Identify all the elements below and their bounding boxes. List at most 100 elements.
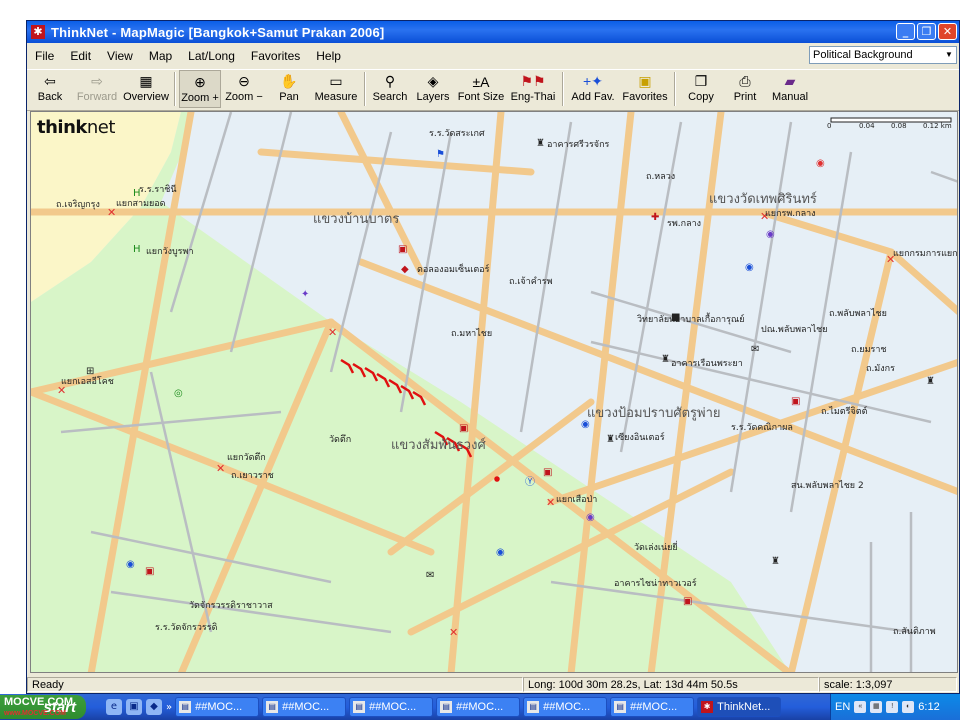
place-label: อาคารเรือนพระยา bbox=[671, 359, 743, 369]
forward-button[interactable]: ⇨ Forward bbox=[73, 70, 121, 108]
menu-file[interactable]: File bbox=[27, 49, 62, 63]
svg-text:◉: ◉ bbox=[745, 262, 754, 273]
overview-button[interactable]: ▦ Overview bbox=[121, 70, 171, 108]
zoom-in-button[interactable]: ⊕ Zoom + bbox=[179, 70, 221, 108]
taskbar-item[interactable]: ▤ ##MOC... bbox=[349, 697, 434, 717]
junction-label: แยกกรมการแยกพลับ bbox=[893, 249, 958, 259]
title-bar[interactable]: ✱ ThinkNet - MapMagic [Bangkok+Samut Pra… bbox=[27, 21, 959, 43]
search-button[interactable]: ⚲ Search bbox=[369, 70, 411, 108]
thinknet-logo: thinknet bbox=[37, 117, 115, 138]
language-indicator[interactable]: EN bbox=[835, 701, 850, 713]
layer-select[interactable]: Political Background ▼ bbox=[809, 46, 957, 64]
scale-tick: 0.04 bbox=[859, 122, 875, 130]
menu-edit[interactable]: Edit bbox=[62, 49, 99, 63]
warning-icon[interactable]: ! bbox=[886, 701, 899, 713]
maximize-button[interactable]: ❐ bbox=[917, 23, 936, 40]
svg-text:◉: ◉ bbox=[586, 512, 595, 523]
tray-arrow-icon[interactable]: « bbox=[854, 701, 867, 713]
media-icon[interactable]: ◆ bbox=[146, 699, 162, 715]
svg-text:Ⓨ: Ⓨ bbox=[525, 476, 535, 488]
chevron-down-icon[interactable]: ▼ bbox=[942, 47, 956, 63]
font-size-icon: ±A bbox=[472, 73, 490, 90]
document-icon: ▤ bbox=[266, 701, 279, 713]
menu-latlong[interactable]: Lat/Long bbox=[180, 49, 243, 63]
svg-text:▣: ▣ bbox=[398, 244, 407, 255]
district-label: แขวงสัมพันธวงศ์ bbox=[391, 438, 486, 453]
thinknet-app-icon[interactable]: ✱ bbox=[31, 25, 45, 39]
place-label: วัดเล่งเน่ยยี่ bbox=[634, 543, 678, 553]
menu-view[interactable]: View bbox=[99, 49, 141, 63]
favorites-button[interactable]: ▣ Favorites bbox=[619, 70, 671, 108]
pan-button[interactable]: ✋ Pan bbox=[267, 70, 311, 108]
place-label: ร.ร.วัดจักรวรรดิ bbox=[155, 623, 218, 633]
place-label: ร.ร.ราชินี bbox=[139, 185, 177, 195]
speaker-icon[interactable]: ◐ bbox=[902, 701, 915, 713]
status-ready: Ready bbox=[27, 676, 523, 692]
road-label: ถ.ยมราช bbox=[851, 345, 887, 355]
scale-tick: 0.12 km bbox=[923, 122, 952, 130]
junction-label: แยกเสือป่า bbox=[556, 495, 598, 505]
manual-button[interactable]: ▰ Manual bbox=[767, 70, 813, 108]
zoom-out-button[interactable]: ⊖ Zoom − bbox=[221, 70, 267, 108]
taskbar-item[interactable]: ▤ ##MOC... bbox=[610, 697, 695, 717]
toolbar-separator bbox=[174, 72, 176, 106]
place-label: วิทยาลัยพยาบาลเกื้อการุณย์ bbox=[637, 315, 745, 325]
ie-icon[interactable]: e bbox=[106, 699, 122, 715]
svg-text:✦: ✦ bbox=[301, 289, 309, 300]
place-label: อาคารไชน่าทาวเวอร์ bbox=[614, 579, 697, 589]
road-label: ถ.สันติภาพ bbox=[893, 627, 936, 637]
svg-text:♜: ♜ bbox=[771, 556, 780, 567]
measure-button[interactable]: ▭ Measure bbox=[311, 70, 361, 108]
network-icon[interactable]: ▦ bbox=[870, 701, 883, 713]
taskbar-item[interactable]: ▤ ##MOC... bbox=[262, 697, 347, 717]
menu-favorites[interactable]: Favorites bbox=[243, 49, 308, 63]
thinknet-app-icon: ✱ bbox=[701, 701, 714, 713]
close-button[interactable]: ✕ bbox=[938, 23, 957, 40]
document-icon: ▤ bbox=[440, 701, 453, 713]
status-coordinates: Long: 100d 30m 28.2s, Lat: 13d 44m 50.5s bbox=[523, 676, 819, 692]
svg-text:▣: ▣ bbox=[145, 566, 154, 577]
svg-text:⚑: ⚑ bbox=[436, 149, 445, 160]
minimize-button[interactable]: _ bbox=[896, 23, 915, 40]
junction-label: แยกวังบูรพา bbox=[146, 247, 194, 257]
svg-text:◉: ◉ bbox=[126, 559, 135, 570]
desktop-icon[interactable]: ▣ bbox=[126, 699, 142, 715]
back-button[interactable]: ⇦ Back bbox=[27, 70, 73, 108]
svg-text:♜: ♜ bbox=[606, 434, 615, 445]
road-label: ถ.พลับพลาไชย bbox=[829, 309, 887, 319]
svg-text:✕: ✕ bbox=[216, 462, 225, 475]
forward-arrow-icon: ⇨ bbox=[91, 73, 103, 89]
place-label: รพ.กลาง bbox=[667, 219, 702, 229]
svg-text:✕: ✕ bbox=[328, 326, 337, 339]
district-label: แขวงบ้านบาตร bbox=[313, 212, 400, 227]
menu-help[interactable]: Help bbox=[308, 49, 349, 63]
layers-button[interactable]: ◈ Layers bbox=[411, 70, 455, 108]
eng-thai-button[interactable]: ⚑⚑ Eng-Thai bbox=[507, 70, 559, 108]
copy-button[interactable]: ❐ Copy bbox=[679, 70, 723, 108]
add-favorite-button[interactable]: +✦ Add Fav. bbox=[567, 70, 619, 108]
taskbar-item[interactable]: ▤ ##MOC... bbox=[523, 697, 608, 717]
place-label: วัดตึก bbox=[329, 435, 352, 445]
taskbar-item-thinknet[interactable]: ✱ ThinkNet... bbox=[697, 697, 782, 717]
status-bar: Ready Long: 100d 30m 28.2s, Lat: 13d 44m… bbox=[27, 675, 959, 693]
scale-tick: 0.08 bbox=[891, 122, 907, 130]
svg-text:✚: ✚ bbox=[651, 212, 659, 223]
copy-icon: ❐ bbox=[694, 73, 708, 89]
overview-icon: ▦ bbox=[139, 73, 153, 89]
svg-text:◉: ◉ bbox=[766, 229, 775, 240]
menu-map[interactable]: Map bbox=[141, 49, 180, 63]
document-icon: ▤ bbox=[527, 701, 540, 713]
taskbar-item[interactable]: ▤ ##MOC... bbox=[175, 697, 260, 717]
overflow-chevron-icon[interactable]: » bbox=[166, 702, 172, 713]
svg-text:✕: ✕ bbox=[107, 206, 116, 219]
taskbar-item[interactable]: ▤ ##MOC... bbox=[436, 697, 521, 717]
print-button[interactable]: ⎙ Print bbox=[723, 70, 767, 108]
place-label: สน.พลับพลาไชย 2 bbox=[791, 481, 864, 491]
svg-text:✕: ✕ bbox=[449, 626, 458, 639]
road-label: ถ.ไมตรีจิตต์ bbox=[821, 407, 868, 417]
toolbar-separator bbox=[562, 72, 564, 106]
font-size-button[interactable]: ±A Font Size bbox=[455, 70, 507, 108]
binoculars-icon: ⚲ bbox=[384, 73, 396, 89]
map-canvas[interactable]: ✕ ✕ ✕ ✕ ✕ ✕ ✕ ✕ H H ✚ ▣ ◆ ▣ ▣ ▣ ▣ ▣ ■ ✉ … bbox=[30, 111, 958, 673]
svg-text:◎: ◎ bbox=[174, 388, 183, 399]
